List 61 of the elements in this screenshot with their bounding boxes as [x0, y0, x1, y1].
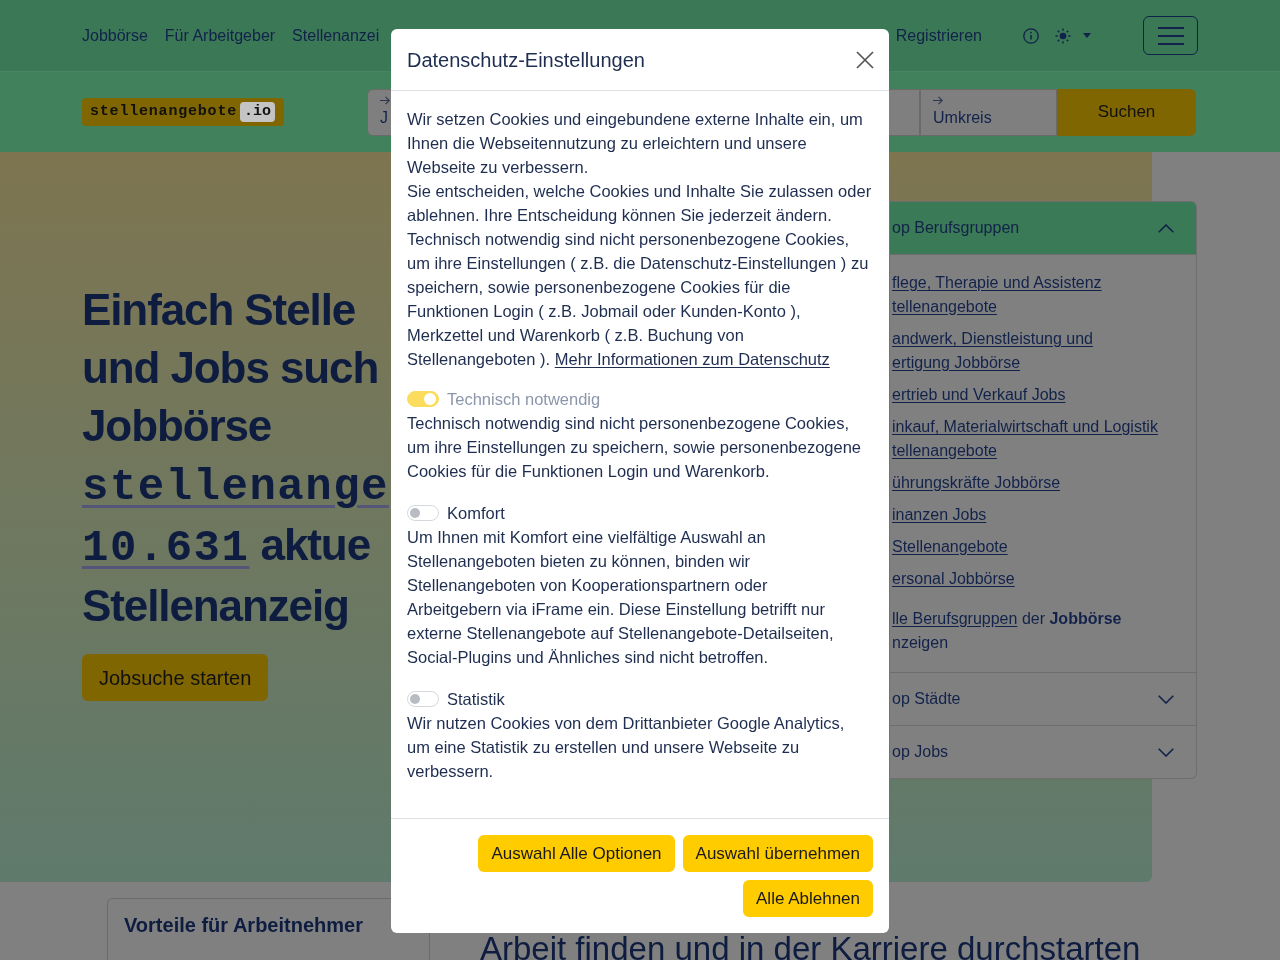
nav-link[interactable]: Für Arbeitgeber — [164, 23, 276, 48]
field-value: Umkreis — [933, 108, 992, 128]
section-heading: Arbeit finden und in der Karriere durchstarten — [480, 937, 1141, 960]
toggle-label: Technisch notwendig — [447, 389, 601, 410]
logo-suffix: .io — [240, 102, 276, 122]
category-link[interactable]: andwerk, Dienstleistung und ertigung Jobbörse — [892, 327, 1093, 375]
dialog-button[interactable]: Auswahl Alle Optionen — [478, 835, 675, 872]
category-link[interactable]: ersonal Jobbörse — [892, 567, 1015, 591]
accordion-header[interactable]: op Jobs — [890, 726, 1196, 778]
info-icon[interactable] — [1023, 27, 1039, 44]
sun-icon[interactable] — [1055, 27, 1071, 44]
option-description: Technisch notwendig sind nicht personenbezogene Cookies, um ihre Einstellungen zu speichern, sowie personenbezogene Cookies für die Funktionen Login und Warenkorb. — [407, 413, 863, 482]
accordion-header[interactable]: op Berufsgruppen — [890, 202, 1196, 254]
intro-paragraph: Sie entscheiden, welche Cookies und Inhalte Sie zulassen oder ablehnen. Ihre Entscheidung können Sie jederzeit ändern. — [407, 181, 873, 226]
field-value: J — [380, 108, 388, 128]
accordion-header[interactable]: op Städte — [890, 673, 1196, 725]
close-button[interactable] — [856, 50, 874, 69]
toggle-label: Komfort — [447, 503, 505, 524]
register-link[interactable]: Registrieren — [895, 23, 982, 48]
toggle-switch[interactable] — [407, 691, 439, 707]
intro-paragraph: Wir setzen Cookies und eingebundene externe Inhalte ein, um Ihnen die Webseitennutzung zu erleichtern und unsere Webseite zu verbessern. — [407, 109, 864, 178]
option-description: Um Ihnen mit Komfort eine vielfältige Auswahl an Stellenangeboten bieten zu können, binden wir Stellenangeboten von Kooperationspartnern oder Arbeitgebern via iFrame ein. Diese Einstellung betrifft nur externe Stellenangebote auf Stellenangebote-Detailseiten, Social-Plugins und Ähnliches sind nicht betroffen. — [407, 527, 835, 668]
accordion-title: op Jobs — [892, 742, 949, 762]
close-icon — [856, 50, 874, 69]
all-groups-text: lle Berufsgruppen der Jobbörse nzeigen — [892, 609, 1122, 653]
category-link[interactable]: inanzen Jobs — [892, 503, 987, 527]
dialog-button[interactable]: Alle Ablehnen — [743, 880, 873, 917]
menu-icon — [1157, 26, 1184, 45]
caret-icon[interactable] — [1083, 33, 1091, 38]
toggle-label: Statistik — [447, 689, 505, 710]
site-logo[interactable]: stellenangebote .io — [82, 98, 284, 126]
dialog-button[interactable]: Auswahl übernehmen — [682, 835, 873, 872]
option-description: Wir nutzen Cookies von dem Drittanbieter Google Analytics, um eine Statistik zu erstellen und unsere Webseite zu verbessern. — [407, 713, 846, 782]
privacy-link[interactable]: Mehr Informationen zum Datenschutz — [554, 350, 830, 368]
arrow-right-icon — [933, 96, 943, 105]
nav-link[interactable]: Jobbörse — [82, 23, 148, 48]
chevron-down-icon — [1158, 747, 1174, 757]
nav-link[interactable]: Stellenanzei — [292, 23, 380, 48]
category-link[interactable]: ertrieb und Verkauf Jobs — [892, 383, 1066, 407]
accordion-title: op Berufsgruppen — [892, 218, 1020, 238]
chevron-down-icon — [1158, 694, 1174, 704]
logo-text: stellenangebote — [90, 101, 238, 122]
accordion-title: op Städte — [892, 689, 961, 709]
toggle-switch[interactable] — [407, 505, 439, 521]
category-link[interactable]: Stellenangebote — [892, 535, 1008, 559]
menu-button[interactable] — [1143, 16, 1198, 55]
heading-link[interactable]: 10.631 — [82, 523, 250, 573]
category-link[interactable]: inkauf, Materialwirtschaft und Logistik tellenangebote — [892, 415, 1158, 463]
category-link[interactable]: flege, Therapie und Assistenz tellenangebote — [892, 271, 1102, 319]
chevron-up-icon — [1158, 223, 1174, 233]
radius-field[interactable]: Umkreis — [920, 88, 1057, 136]
intro-paragraph: Technisch notwendig sind nicht personenbezogene Cookies, um ihre Einstellungen ( z.B. die Datenschutz-Einstellungen ) zu speichern, sowie personenbezogene Cookies für die Funktionen Login ( z.B. Jobmail oder Kunden-Konto ), Merkzettel und Warenkorb ( z.B. Buchung von Stellenangeboten ). Mehr Informationen zum Datenschutz — [407, 229, 870, 370]
all-groups-link[interactable]: lle Berufsgruppen — [892, 610, 1018, 627]
card-title: Vorteile für Arbeitnehmer — [124, 915, 364, 935]
heading-link[interactable]: stellenange — [82, 462, 389, 512]
job-search-button[interactable]: Jobsuche starten — [82, 654, 269, 701]
category-link[interactable]: ührungskräfte Jobbörse — [892, 471, 1061, 495]
dialog-title: Datenschutz-Einstellungen — [407, 47, 645, 72]
arrow-right-icon — [380, 96, 390, 105]
hero-heading: Einfach Stelle und Jobs such Jobbörse stellenange 10.631 aktue Stellenanzeig — [82, 284, 389, 632]
search-button[interactable]: Suchen — [1057, 88, 1196, 136]
